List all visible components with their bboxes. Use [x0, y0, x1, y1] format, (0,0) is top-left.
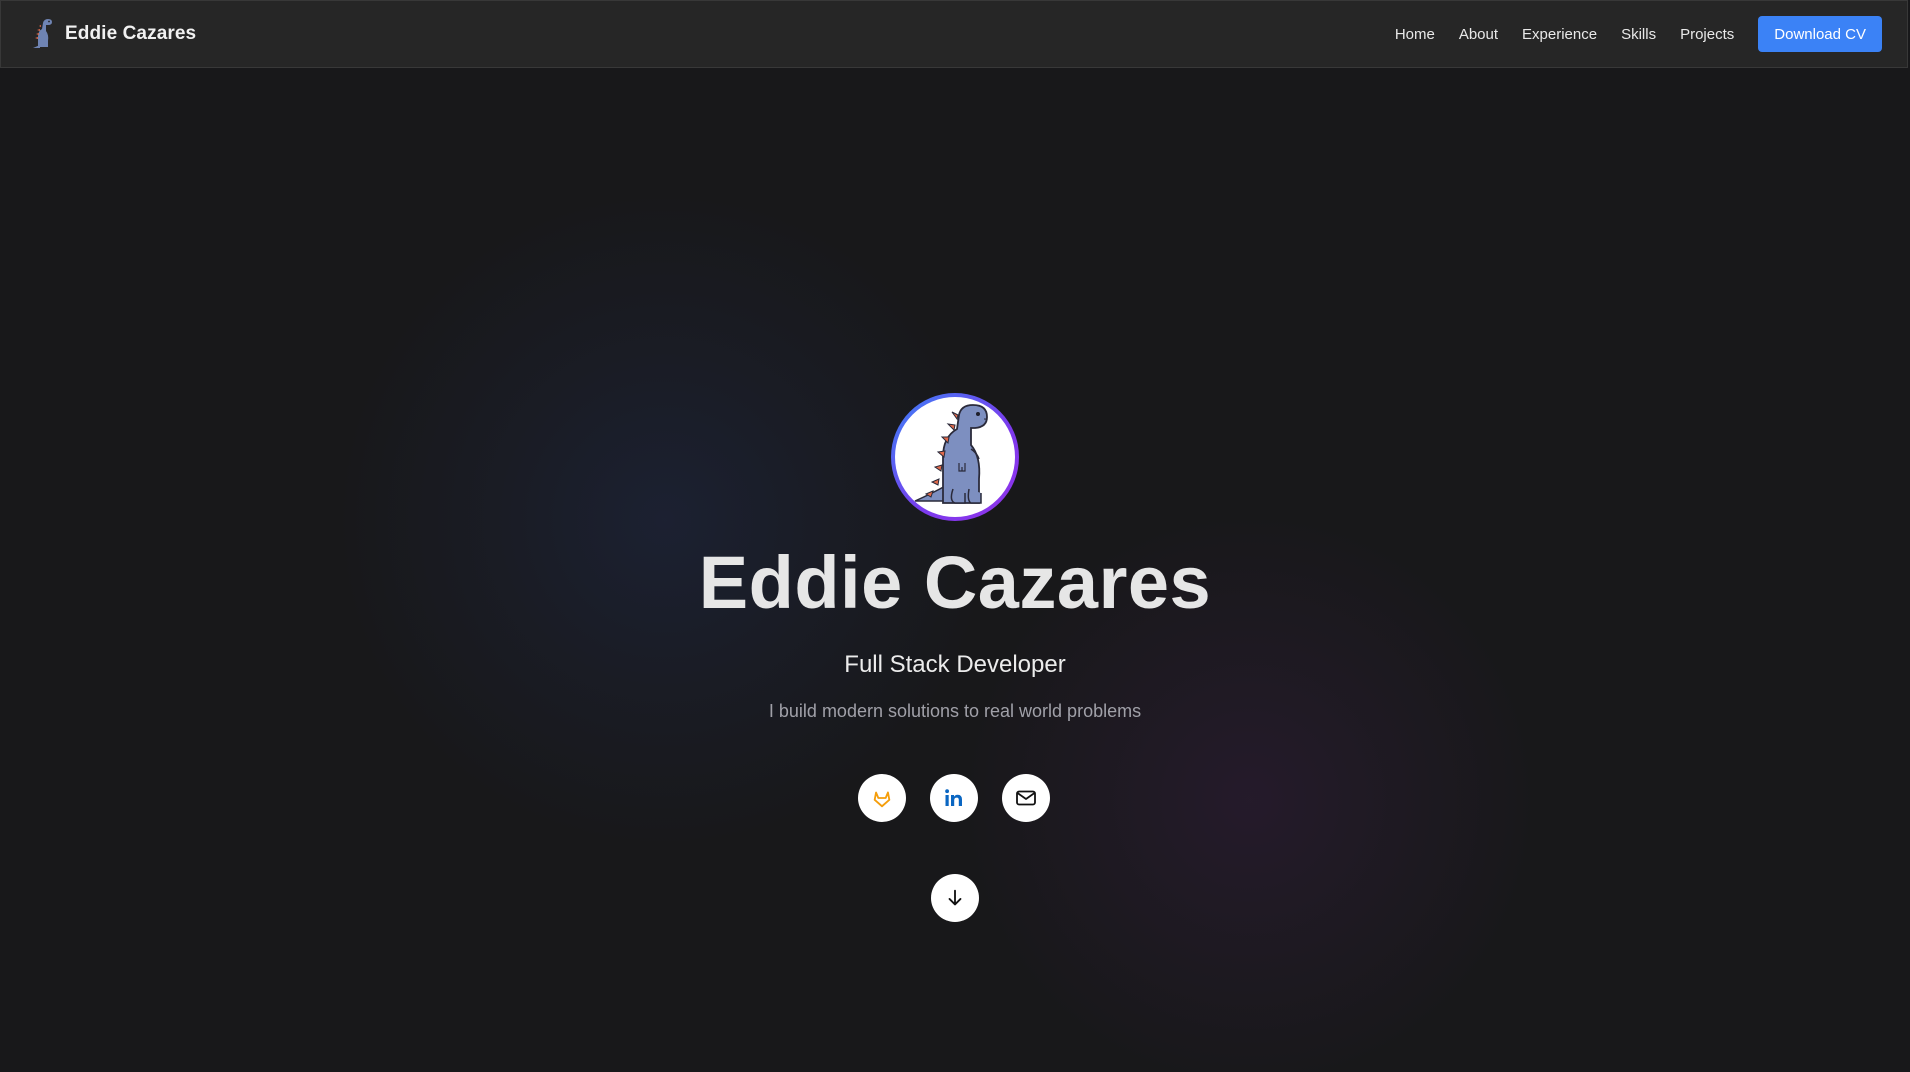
brand-name: Eddie Cazares [65, 23, 197, 44]
linkedin-button[interactable] [930, 774, 978, 822]
navbar: Eddie Cazares Home About Experience Skil… [0, 0, 1908, 68]
linkedin-icon [945, 789, 962, 806]
email-button[interactable] [1002, 774, 1050, 822]
hero-tagline: I build modern solutions to real world p… [768, 701, 1142, 721]
arrow-down-icon [948, 889, 962, 906]
nav-item-skills[interactable]: Skills [1621, 26, 1656, 43]
mail-icon [1016, 790, 1036, 806]
brand-link[interactable]: Eddie Cazares [29, 17, 196, 51]
main-nav: Home About Experience Skills Projects Do… [1395, 16, 1882, 52]
nav-item-about[interactable]: About [1459, 26, 1498, 43]
nav-item-projects[interactable]: Projects [1680, 26, 1734, 43]
nav-item-experience[interactable]: Experience [1522, 26, 1597, 43]
avatar-image [895, 397, 1015, 517]
scroll-down-button[interactable] [931, 874, 979, 922]
gitlab-icon [873, 791, 891, 808]
hero-name: Eddie Cazares [698, 541, 1212, 624]
hero-role: Full Stack Developer [844, 651, 1066, 678]
nav-item-home[interactable]: Home [1395, 26, 1435, 43]
avatar [891, 393, 1019, 521]
dinosaur-logo-icon [33, 19, 52, 48]
dinosaur-avatar-icon [914, 404, 988, 504]
download-cv-button[interactable]: Download CV [1758, 16, 1882, 52]
gitlab-button[interactable] [858, 774, 906, 822]
hero-section: Eddie Cazares Full Stack Developer I bui… [0, 68, 1910, 1072]
page: Eddie Cazares Home About Experience Skil… [0, 0, 1910, 1072]
social-links [858, 774, 1050, 822]
